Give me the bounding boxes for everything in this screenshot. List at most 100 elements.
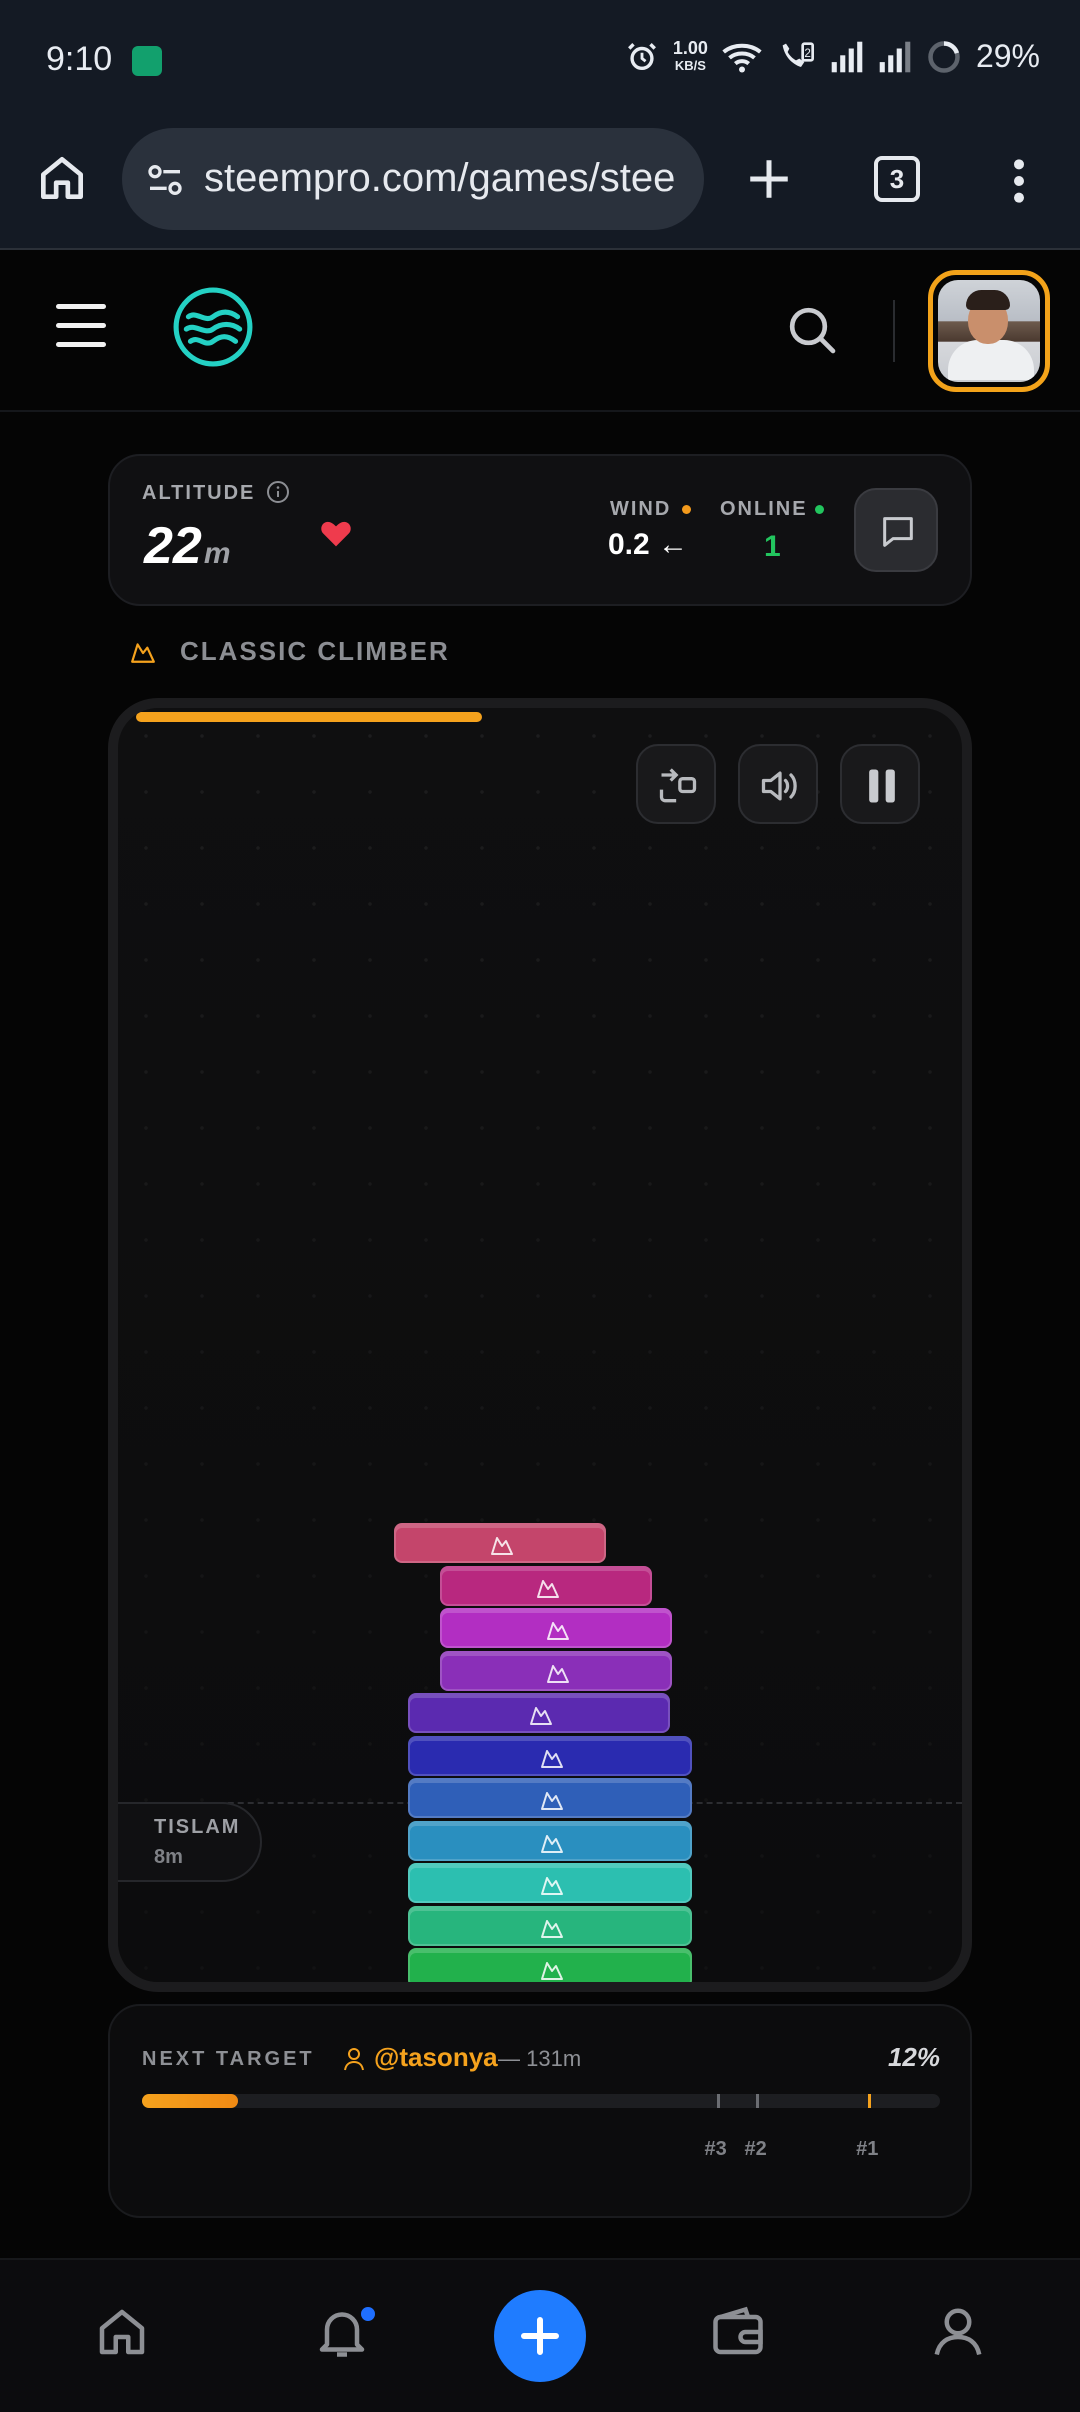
signal-icon: [879, 41, 911, 72]
tower-block: [394, 1523, 606, 1563]
browser-toolbar: steempro.com/games/stee 3: [0, 120, 1080, 250]
rank-tick: [868, 2094, 872, 2108]
game-progress-fill: [136, 712, 483, 722]
home-icon: [99, 2309, 145, 2355]
rank-label: #3: [704, 2138, 727, 2160]
tune-icon[interactable]: [144, 160, 186, 200]
battery-percent: 29%: [975, 38, 1040, 74]
mountain-icon: [537, 1579, 559, 1598]
svg-text:2: 2: [804, 47, 810, 60]
mountain-icon: [541, 1834, 563, 1853]
wallet-icon: [713, 2306, 763, 2355]
header-divider: [893, 300, 895, 362]
sound-icon: [761, 771, 797, 801]
online-value: 1: [764, 530, 781, 563]
tower-block: [408, 1735, 692, 1776]
altitude-value: 22m: [144, 517, 231, 575]
online-label: ONLINE: [720, 498, 808, 520]
home-icon: [41, 157, 83, 200]
next-target-percent: 12%: [887, 2042, 940, 2072]
volte-call-icon: 2: [782, 41, 814, 67]
next-target-distance: — 131m: [498, 2046, 582, 2071]
mountain-icon: [530, 1707, 552, 1725]
heart-icon: [321, 521, 351, 547]
nav-profile[interactable]: [928, 2302, 988, 2362]
browser-menu-button[interactable]: [1002, 156, 1036, 206]
notification-badge: [358, 2304, 378, 2324]
player-marker-name: TISLAM: [154, 1816, 241, 1838]
nav-home[interactable]: [92, 2302, 152, 2362]
profile-icon: [934, 2308, 982, 2356]
menu-icon[interactable]: [56, 304, 106, 348]
wind-value: 0.2 ←: [608, 528, 689, 561]
more-vert-icon: [1014, 159, 1024, 203]
steem-logo[interactable]: [172, 286, 254, 368]
tower-block: [408, 1778, 692, 1818]
wifi-icon: [722, 43, 762, 72]
rank-tick: [756, 2094, 760, 2108]
net-speed: 1.00 KB/S: [672, 37, 708, 73]
site-header: [0, 252, 1080, 412]
address-bar[interactable]: steempro.com/games/stee: [122, 128, 704, 230]
online-indicator-dot: [815, 505, 824, 514]
next-target-card: NEXT TARGET @tasonya — 131m 12% #3 #2 #1: [108, 2004, 972, 2218]
mountain-icon: [541, 1877, 563, 1895]
alarm-icon: [627, 42, 656, 70]
url-text: steempro.com/games/stee: [204, 156, 676, 200]
tower-block: [408, 1863, 692, 1903]
plus-icon: [750, 160, 788, 198]
app-notification-icon: [132, 46, 162, 76]
pause-icon: [869, 769, 895, 803]
mountain-icon: [541, 1749, 563, 1768]
rank-label: #1: [856, 2138, 879, 2160]
browser-home-button[interactable]: [34, 150, 90, 206]
bottom-nav: [0, 2258, 1080, 2412]
game-mode-label: CLASSIC CLIMBER: [180, 636, 450, 666]
player-marker-altitude: 8m: [154, 1846, 183, 1868]
wind-indicator-dot: [682, 505, 691, 514]
mountain-icon: [541, 1962, 563, 1980]
stats-card: ALTITUDE 22m WIND 0.2 ← ONLINE 1: [108, 454, 972, 606]
search-icon: [789, 307, 836, 354]
plus-icon: [521, 2317, 559, 2355]
chat-icon: [883, 517, 913, 547]
next-target-progress: [142, 2094, 940, 2108]
rank-label: #2: [744, 2138, 767, 2160]
status-time: 9:10: [46, 40, 113, 78]
player-marker: TISLAM 8m: [118, 1802, 262, 1882]
sound-button[interactable]: [738, 744, 818, 824]
next-target-label: NEXT TARGET: [142, 2048, 315, 2070]
status-icons: 1.00 KB/S 2 29%: [625, 38, 1040, 75]
nav-create[interactable]: [494, 2290, 586, 2382]
mountain-icon: [547, 1664, 569, 1683]
next-target-user[interactable]: @tasonya: [374, 2042, 498, 2073]
pause-button[interactable]: [840, 744, 920, 824]
signal-icon: [831, 41, 863, 72]
swap-button[interactable]: [636, 744, 716, 824]
avatar[interactable]: [928, 270, 1050, 392]
tower-block: [440, 1650, 672, 1691]
rank-tick: [716, 2094, 720, 2108]
tab-switcher-button[interactable]: 3: [874, 156, 920, 202]
battery-ring-icon: [928, 40, 960, 73]
nav-wallet[interactable]: [708, 2302, 768, 2362]
user-icon: [344, 2048, 364, 2071]
mountain-icon: [131, 643, 155, 663]
tower-block: [408, 1693, 670, 1733]
tower-block: [440, 1565, 652, 1606]
new-tab-button[interactable]: [744, 154, 794, 204]
mountain-icon: [541, 1792, 563, 1810]
swap-icon: [659, 768, 697, 803]
search-button[interactable]: [784, 302, 840, 358]
info-icon[interactable]: [266, 480, 290, 504]
status-bar: 9:10 1.00 KB/S 2 29%: [0, 0, 1080, 120]
tower-block: [408, 1820, 692, 1861]
chat-button[interactable]: [854, 488, 938, 572]
game-canvas[interactable]: TISLAM 8m: [108, 698, 972, 1992]
mountain-icon: [547, 1622, 569, 1640]
next-target-progress-fill: [142, 2094, 238, 2108]
tower-block: [408, 1905, 692, 1946]
game-progress: [136, 712, 960, 722]
tower-block: [440, 1608, 672, 1648]
avatar-photo: [938, 280, 1040, 382]
